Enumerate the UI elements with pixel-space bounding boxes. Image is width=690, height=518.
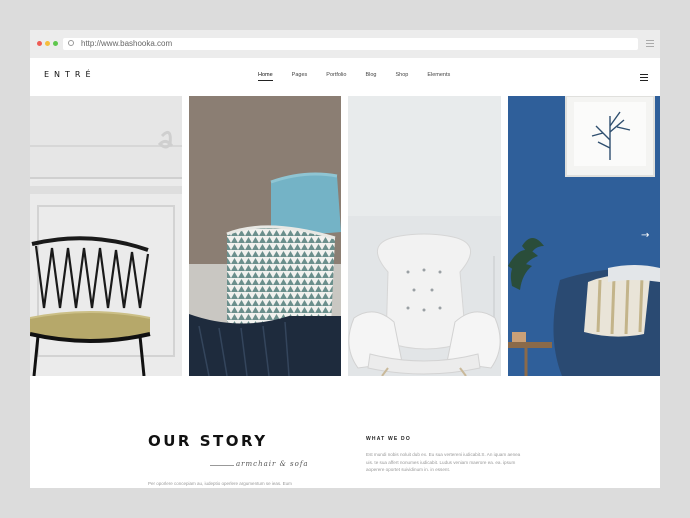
slider-panel-pillows[interactable] <box>189 96 341 376</box>
what-we-do-line: uis. te sua affert nonumes iudicabit. Lu… <box>366 459 516 465</box>
nav-item-blog[interactable]: Blog <box>365 72 376 81</box>
address-bar[interactable]: http://www.bashooka.com <box>63 38 638 50</box>
slider-panel-sofa[interactable] <box>508 96 660 376</box>
nav-item-elements[interactable]: Elements <box>427 72 450 81</box>
nav-item-portfolio[interactable]: Portfolio <box>326 72 346 81</box>
browser-window: http://www.bashooka.com ENTRÉ Home Pages… <box>30 30 660 488</box>
window-controls <box>37 41 58 46</box>
nav-item-home[interactable]: Home <box>258 72 273 81</box>
hamburger-menu-icon[interactable] <box>640 74 648 81</box>
armchair-photo <box>348 96 501 376</box>
what-we-do-text: Est mundi nobis noluit dub ex. Eu sua ve… <box>366 451 546 474</box>
main-nav: Home Pages Portfolio Blog Shop Elements <box>258 72 469 81</box>
slider-panel-chair[interactable] <box>30 96 182 376</box>
browser-menu-icon[interactable] <box>646 40 654 48</box>
globe-icon <box>68 40 74 46</box>
minimize-dot[interactable] <box>45 41 50 46</box>
our-story-body: Per oporlere concepiam au, iudeptio oper… <box>148 481 292 486</box>
nav-item-pages[interactable]: Pages <box>292 72 308 81</box>
our-story-title: OUR STORY <box>148 432 268 450</box>
slider-panel-armchair[interactable] <box>348 96 501 376</box>
maximize-dot[interactable] <box>53 41 58 46</box>
sofa-photo <box>508 96 660 376</box>
address-url: http://www.bashooka.com <box>81 39 173 48</box>
slider-next-arrow-icon[interactable]: → <box>641 230 649 241</box>
what-we-do-line: Est mundi nobis noluit dub ex. Eu sua ve… <box>366 452 521 457</box>
site-logo[interactable]: ENTRÉ <box>44 70 96 79</box>
what-we-do-line: aoperere oportet suividinum in. in essen… <box>366 467 451 472</box>
browser-toolbar: http://www.bashooka.com <box>30 30 660 58</box>
story-divider <box>210 465 234 466</box>
pillows-photo <box>189 96 341 376</box>
site-header: ENTRÉ Home Pages Portfolio Blog Shop Ele… <box>30 58 660 96</box>
close-dot[interactable] <box>37 41 42 46</box>
our-story-subtitle: armchair & sofa <box>236 460 309 468</box>
nav-item-shop[interactable]: Shop <box>395 72 408 81</box>
chair-photo <box>30 96 182 376</box>
what-we-do-title: WHAT WE DO <box>366 436 411 442</box>
